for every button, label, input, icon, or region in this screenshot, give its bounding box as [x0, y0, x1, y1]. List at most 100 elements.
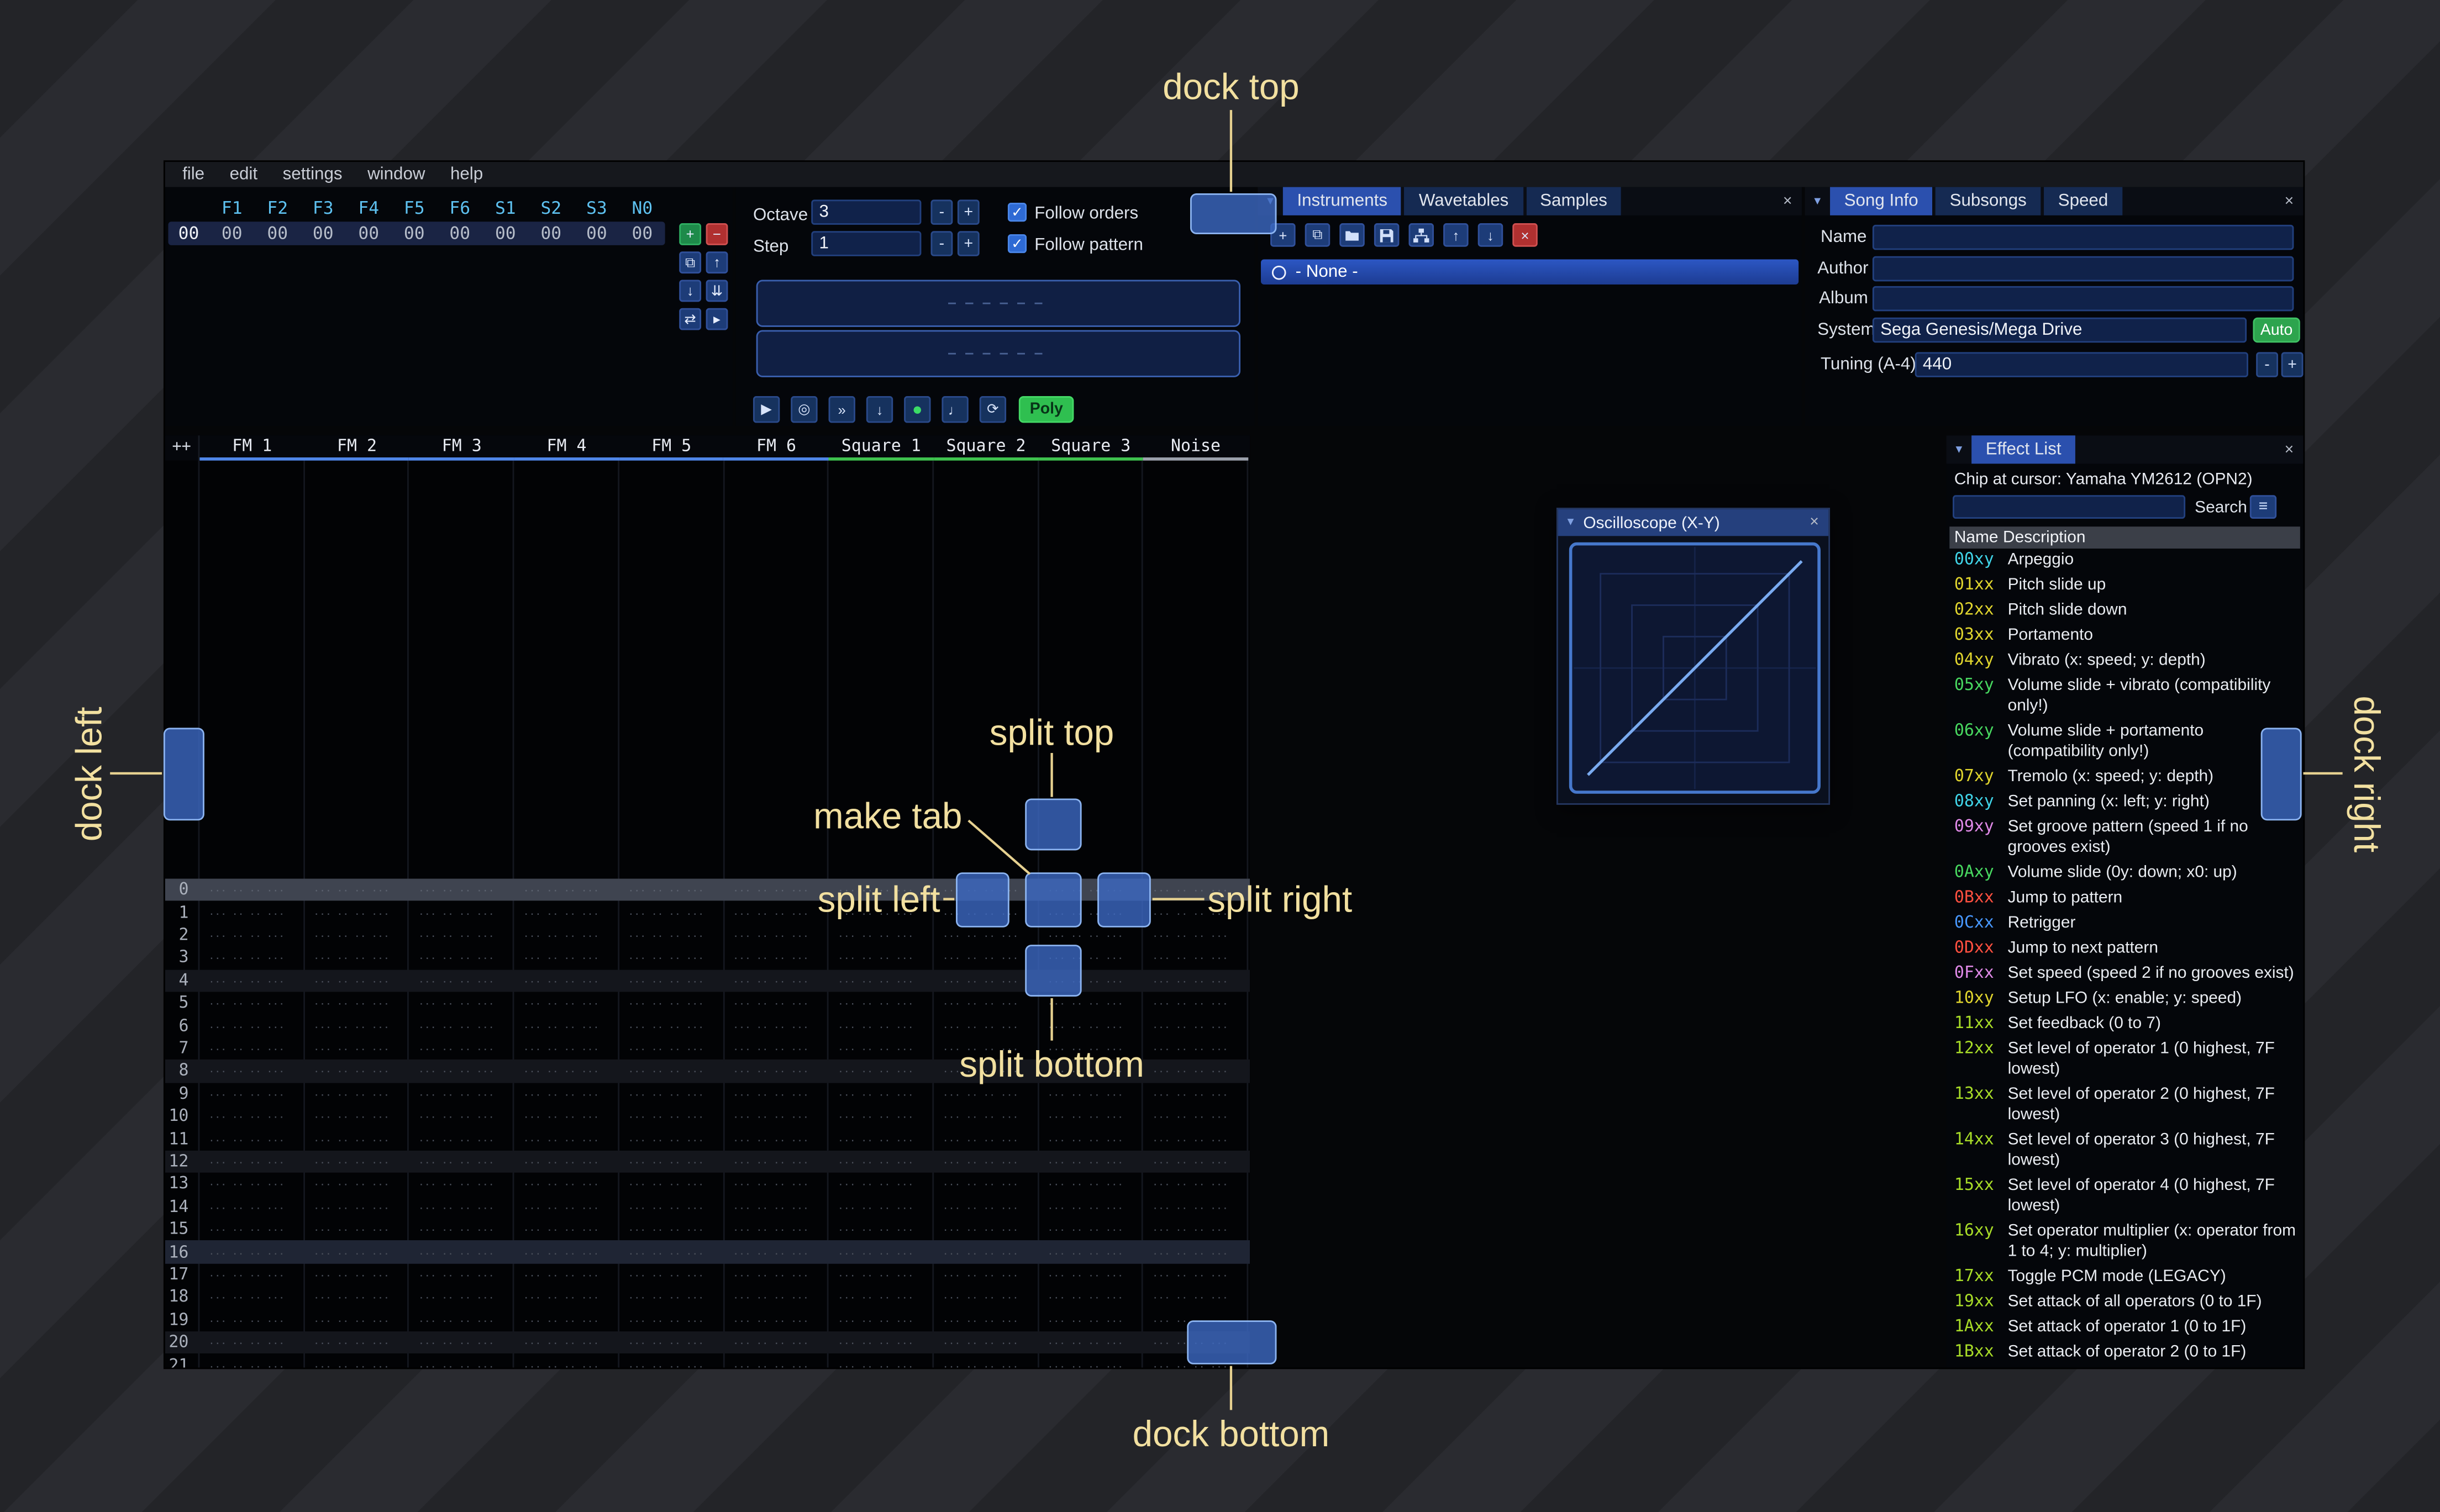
effect-row[interactable]: 19xx Set attack of all operators (0 to 1F… [1949, 1289, 2300, 1314]
delete-instrument-button[interactable]: × [1512, 223, 1538, 247]
pattern-cell[interactable]: ··· ·· ·· ··· [1139, 1086, 1244, 1102]
pattern-cell[interactable]: ··· ·· ·· ··· [719, 1357, 824, 1367]
pattern-cell[interactable]: ··· ·· ·· ··· [300, 1357, 405, 1367]
pattern-cell[interactable]: ··· ·· ·· ··· [1034, 1289, 1139, 1305]
pattern-cell[interactable]: ··· ·· ·· ··· [509, 882, 614, 898]
pattern-cell[interactable]: ··· ·· ·· ··· [929, 928, 1034, 943]
play-button[interactable]: ▶ [753, 396, 780, 423]
order-cell[interactable]: 00 [528, 222, 574, 245]
play-from-cursor-button[interactable]: » [828, 396, 855, 423]
pattern-cell[interactable]: ··· ·· ·· ··· [929, 1131, 1034, 1146]
pattern-cell[interactable]: ··· ·· ·· ··· [824, 1018, 929, 1034]
pattern-cell[interactable]: ··· ·· ·· ··· [614, 1041, 719, 1056]
pattern-cell[interactable]: ··· ·· ·· ··· [195, 1041, 300, 1056]
effect-row[interactable]: 0Dxx Jump to next pattern [1949, 935, 2300, 961]
pattern-cell[interactable]: ··· ·· ·· ··· [195, 1153, 300, 1169]
pattern-cell[interactable]: ··· ·· ·· ··· [1034, 1267, 1139, 1282]
orders-current-row[interactable]: 00 00 00 00 00 00 00 00 00 00 00 [168, 222, 665, 245]
pattern-cell[interactable]: ··· ·· ·· ··· [300, 905, 405, 920]
channel-header-square-3[interactable]: Square 3 [1038, 435, 1144, 461]
pattern-cell[interactable]: ··· ·· ·· ··· [300, 1267, 405, 1282]
pattern-cell[interactable]: ··· ·· ·· ··· [195, 905, 300, 920]
pattern-cell[interactable]: ··· ·· ·· ··· [824, 1244, 929, 1260]
pattern-cell[interactable]: ··· ·· ·· ··· [614, 1199, 719, 1214]
add-order-button[interactable]: + [679, 223, 702, 245]
pattern-cell[interactable]: ··· ·· ·· ··· [719, 1153, 824, 1169]
pattern-cell[interactable]: ··· ·· ·· ··· [929, 995, 1034, 1011]
menu-item-settings[interactable]: settings [270, 162, 355, 187]
dock-indicator-top[interactable] [1190, 193, 1277, 234]
pattern-cell[interactable]: ··· ·· ·· ··· [509, 1063, 614, 1079]
pattern-cell[interactable]: ··· ·· ·· ··· [1034, 995, 1139, 1011]
pattern-cell[interactable]: ··· ·· ·· ··· [824, 1312, 929, 1327]
pattern-cell[interactable]: ··· ·· ·· ··· [509, 1357, 614, 1367]
collapse-icon[interactable]: ▼ [1805, 187, 1831, 215]
pattern-cell[interactable]: ··· ·· ·· ··· [509, 973, 614, 988]
song-info-tab-subsongs[interactable]: Subsongs [1935, 187, 2041, 215]
pattern-cell[interactable]: ··· ·· ·· ··· [404, 1131, 509, 1146]
pattern-cell[interactable]: ··· ·· ·· ··· [719, 1041, 824, 1056]
pattern-cell[interactable]: ··· ·· ·· ··· [195, 973, 300, 988]
pattern-cell[interactable]: ··· ·· ·· ··· [1139, 973, 1244, 988]
pattern-cell[interactable]: ··· ·· ·· ··· [509, 1267, 614, 1282]
pattern-cell[interactable]: ··· ·· ·· ··· [300, 973, 405, 988]
follow-pattern-checkbox[interactable]: ✓ [1007, 234, 1027, 254]
pattern-cell[interactable]: ··· ·· ·· ··· [1034, 1312, 1139, 1327]
pattern-cell[interactable]: ··· ·· ·· ··· [300, 995, 405, 1011]
order-cell[interactable]: 00 [483, 222, 529, 245]
pattern-cell[interactable]: ··· ·· ·· ··· [824, 1221, 929, 1237]
exchange-order-button[interactable]: ⇄ [679, 308, 702, 330]
pattern-cell[interactable]: ··· ·· ·· ··· [195, 1086, 300, 1102]
pattern-cell[interactable]: ··· ·· ·· ··· [195, 882, 300, 898]
menu-item-file[interactable]: file [170, 162, 217, 187]
effect-row[interactable]: 0Axy Volume slide (0y: down; x0: up) [1949, 860, 2300, 885]
pattern-cell[interactable]: ··· ·· ·· ··· [1139, 1199, 1244, 1214]
close-icon[interactable]: × [2275, 435, 2303, 463]
step-decrease-button[interactable]: - [930, 231, 953, 256]
pattern-cell[interactable]: ··· ·· ·· ··· [824, 1289, 929, 1305]
effect-row[interactable]: 09xy Set groove pattern (speed 1 if no gr… [1949, 814, 2300, 860]
pattern-cell[interactable]: ··· ·· ·· ··· [509, 1289, 614, 1305]
pattern-cell[interactable]: ··· ·· ·· ··· [195, 1335, 300, 1350]
pattern-cell[interactable]: ··· ·· ·· ··· [300, 1018, 405, 1034]
pattern-cell[interactable]: ··· ·· ·· ··· [1034, 1221, 1139, 1237]
pattern-cell[interactable]: ··· ·· ·· ··· [404, 1312, 509, 1327]
order-cell[interactable]: 00 [255, 222, 301, 245]
pattern-cell[interactable]: ··· ·· ·· ··· [824, 1335, 929, 1350]
pattern-cell[interactable]: ··· ·· ·· ··· [1139, 995, 1244, 1011]
order-cell[interactable]: 00 [574, 222, 620, 245]
tuning-field[interactable] [1915, 352, 2248, 377]
remove-order-button[interactable]: − [706, 223, 728, 245]
pattern-cell[interactable]: ··· ·· ·· ··· [929, 1199, 1034, 1214]
instruments-tab-samples[interactable]: Samples [1526, 187, 1622, 215]
pattern-cell[interactable]: ··· ·· ·· ··· [195, 1018, 300, 1034]
effect-row[interactable]: 1Bxx Set attack of operator 2 (0 to 1F) [1949, 1339, 2300, 1365]
pattern-cell[interactable]: ··· ·· ·· ··· [195, 1312, 300, 1327]
pattern-cell[interactable]: ··· ·· ·· ··· [404, 1041, 509, 1056]
pattern-cell[interactable]: ··· ·· ·· ··· [614, 1221, 719, 1237]
play-pattern-button[interactable]: ◎ [791, 396, 818, 423]
pattern-cell[interactable]: ··· ·· ·· ··· [719, 950, 824, 966]
close-icon[interactable]: × [1800, 514, 1828, 531]
pattern-cell[interactable]: ··· ·· ·· ··· [1139, 1153, 1244, 1169]
pattern-cell[interactable]: ··· ·· ·· ··· [1034, 1153, 1139, 1169]
octave-decrease-button[interactable]: - [930, 199, 953, 225]
pattern-cell[interactable]: ··· ·· ·· ··· [509, 1018, 614, 1034]
pattern-cell[interactable]: ··· ·· ·· ··· [195, 1221, 300, 1237]
oscilloscope-titlebar[interactable]: ▼ Oscilloscope (X-Y) × [1558, 509, 1829, 536]
effect-row[interactable]: 08xy Set panning (x: left; y: right) [1949, 789, 2300, 814]
pattern-cell[interactable]: ··· ·· ·· ··· [404, 1176, 509, 1192]
pattern-cell[interactable]: ··· ·· ·· ··· [929, 1109, 1034, 1124]
step-increase-button[interactable]: + [957, 231, 980, 256]
effect-row[interactable]: 06xy Volume slide + portamento (compatibi… [1949, 718, 2300, 764]
pattern-cell[interactable]: ··· ·· ·· ··· [1034, 1131, 1139, 1146]
pattern-cell[interactable]: ··· ·· ·· ··· [404, 882, 509, 898]
song-info-tab-song-info[interactable]: Song Info [1830, 187, 1933, 215]
instruments-tab-instruments[interactable]: Instruments [1282, 187, 1402, 215]
pattern-cell[interactable]: ··· ·· ·· ··· [824, 1063, 929, 1079]
pattern-cell[interactable]: ··· ·· ·· ··· [719, 1109, 824, 1124]
record-button[interactable]: ● [904, 396, 931, 423]
effect-row[interactable]: 07xy Tremolo (x: speed; y: depth) [1949, 764, 2300, 789]
menu-icon[interactable]: ≡ [2249, 495, 2277, 519]
effect-row[interactable]: 12xx Set level of operator 1 (0 highest, … [1949, 1036, 2300, 1082]
